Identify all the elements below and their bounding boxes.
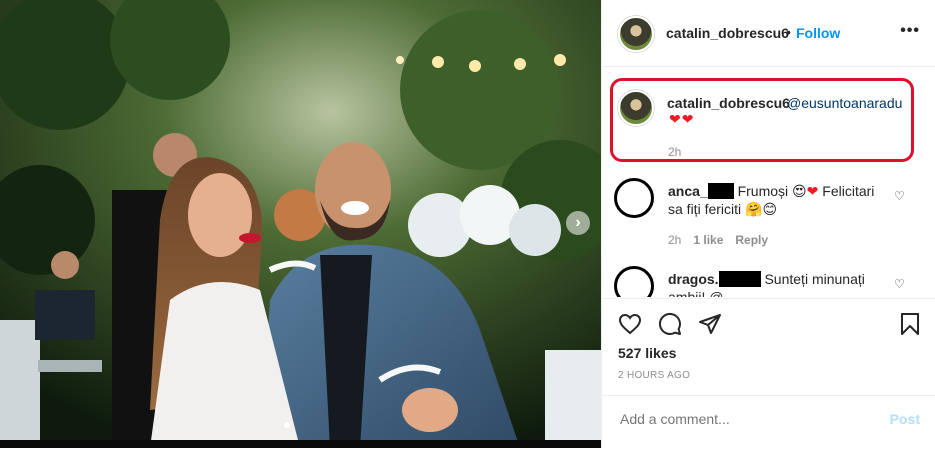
caption-mention-link[interactable]: @eusuntoanaradu: [787, 95, 902, 111]
author-avatar[interactable]: [618, 16, 654, 52]
more-options-icon[interactable]: •••: [900, 22, 920, 40]
highlight-box: [610, 78, 914, 162]
carousel-next-button[interactable]: ›: [566, 211, 590, 235]
caption-username[interactable]: catalin_dobrescu6: [667, 95, 790, 111]
post-header: catalin_dobrescu6 • Follow •••: [602, 0, 935, 67]
save-bookmark-icon[interactable]: [898, 312, 922, 336]
like-heart-icon[interactable]: [618, 312, 642, 336]
comment-like-heart-icon[interactable]: ♡: [894, 189, 905, 203]
comment-username[interactable]: dragos.: [668, 271, 719, 287]
add-comment-row: Post: [602, 395, 935, 450]
add-comment-input[interactable]: [618, 410, 872, 428]
comment-text: anca_ Frumoși 😍❤ Felicitari sa fiți feri…: [668, 182, 898, 218]
comments-list[interactable]: anca_ Frumoși 😍❤ Felicitari sa fiți feri…: [602, 160, 935, 297]
post-timestamp[interactable]: 2 HOURS AGO: [618, 370, 690, 381]
comment-heart-emoji: ❤: [806, 183, 819, 199]
comment-reply-button[interactable]: Reply: [735, 233, 768, 247]
comment-word: Frumoși: [737, 183, 789, 199]
follow-button[interactable]: Follow: [796, 25, 840, 41]
comment-like-heart-icon[interactable]: ♡: [894, 277, 905, 291]
author-username[interactable]: catalin_dobrescu6: [666, 25, 789, 41]
photo-scene: [0, 0, 601, 448]
post-photo[interactable]: ›: [0, 0, 601, 448]
comment-text: dragos. Sunteți minunați ambii! @...: [668, 270, 898, 297]
carousel-indicator: [284, 422, 290, 428]
likes-count[interactable]: 527 likes: [618, 345, 676, 361]
post-actions: 527 likes 2 HOURS AGO Post: [602, 298, 935, 449]
post-comment-button[interactable]: Post: [890, 411, 920, 427]
separator-dot: •: [786, 24, 791, 40]
share-paper-plane-icon[interactable]: [698, 312, 722, 336]
post-sidebar: catalin_dobrescu6 • Follow ••• catalin_d…: [601, 0, 935, 448]
comment-time[interactable]: 2h: [668, 233, 681, 247]
comment-meta: 2h 1 like Reply: [668, 233, 768, 247]
comment-avatar-redacted[interactable]: [614, 266, 654, 297]
comment-avatar-redacted[interactable]: [614, 178, 654, 218]
redaction-bar: [718, 271, 761, 287]
comment-line2: ambii! @...: [668, 289, 736, 297]
comment-word: Sunteți minunați: [764, 271, 865, 287]
caption-time[interactable]: 2h: [668, 145, 681, 159]
comment-username[interactable]: anca_: [668, 183, 708, 199]
caption-hearts: ❤❤: [669, 111, 695, 127]
redaction-bar: [707, 183, 734, 199]
caption-author-avatar[interactable]: [618, 90, 654, 126]
comment-bubble-icon[interactable]: [658, 312, 682, 336]
comment-likes[interactable]: 1 like: [693, 233, 723, 247]
comment-word: Felicitari: [822, 183, 875, 199]
comment-line2: sa fiți fericiti 🤗😊: [668, 201, 778, 217]
comment-emoji: 😍: [792, 183, 807, 199]
